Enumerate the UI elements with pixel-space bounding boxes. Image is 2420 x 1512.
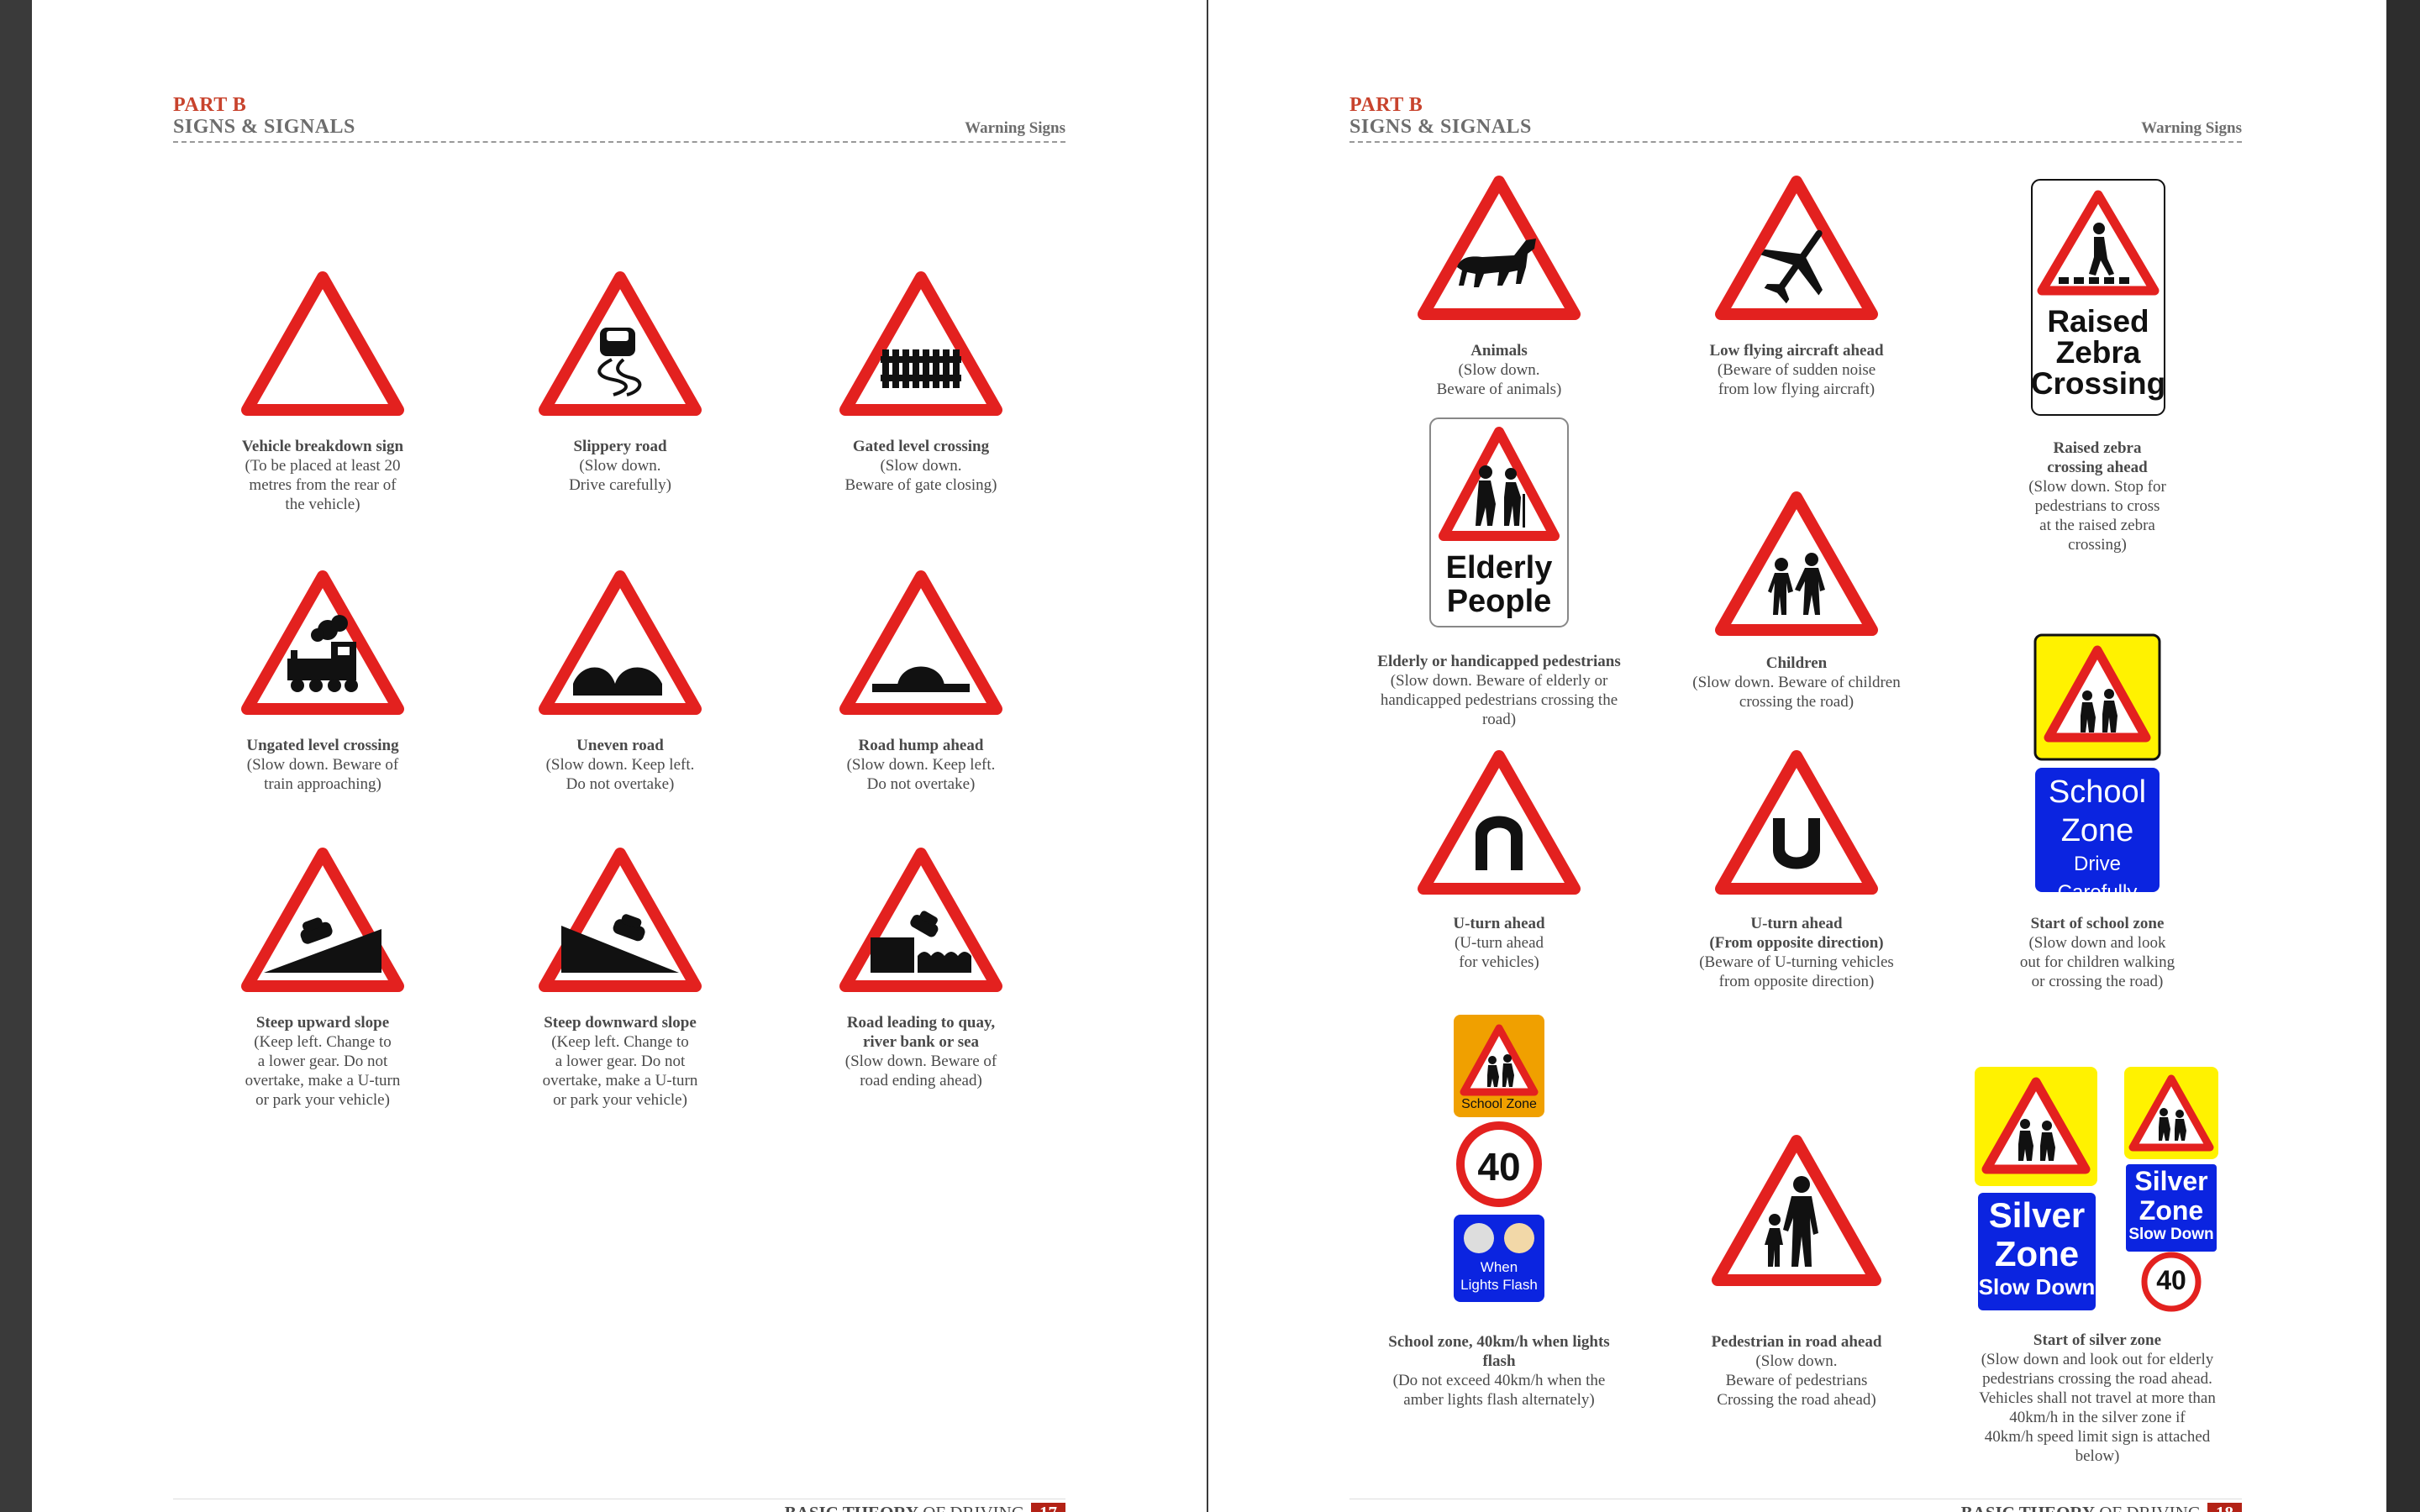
opposite-u-turn-sign xyxy=(1712,748,1881,899)
document-page-right: PART B SIGNS & SIGNALS Warning Signs Ani… xyxy=(1208,0,2386,1512)
sign-caption: Start of school zone (Slow down and look … xyxy=(2019,915,2175,990)
page-header: PART B SIGNS & SIGNALS Warning Signs xyxy=(173,94,1065,143)
vehicle-breakdown-sign xyxy=(239,269,407,420)
footer-title-rest: OF DRIVING xyxy=(2095,1503,2201,1512)
uneven-road-sign xyxy=(536,568,704,719)
train-icon xyxy=(241,570,404,715)
pedestrian-in-road-sign xyxy=(1707,1132,1886,1292)
quay-icon xyxy=(839,848,1002,992)
pedestrian-icon xyxy=(1712,1135,1881,1286)
sign-caption: Road hump ahead (Slow down. Keep left. Do… xyxy=(846,737,996,793)
u-turn-icon xyxy=(1418,750,1581,895)
sign-caption: Pedestrian in road ahead (Slow down. Bewa… xyxy=(1711,1333,1882,1409)
uneven-road-icon xyxy=(539,570,702,715)
school-zone-panel-text: School Zone Drive Carefully xyxy=(2048,774,2147,904)
u-turn-sign xyxy=(1415,748,1583,899)
elderly-panel-text: Elderly People xyxy=(1445,550,1553,619)
page-header: PART B SIGNS & SIGNALS Warning Signs xyxy=(1349,94,2242,143)
road-hump-icon xyxy=(839,570,1002,715)
sign-caption: Low flying aircraft ahead (Beware of sudd… xyxy=(1709,342,1884,398)
page-number: 17 xyxy=(1031,1503,1065,1512)
sign-caption: U-turn ahead (U-turn ahead for vehicles) xyxy=(1453,915,1545,971)
category-label: Warning Signs xyxy=(2141,119,2242,137)
slippery-road-sign xyxy=(536,269,704,420)
page-number: 18 xyxy=(2207,1503,2242,1512)
part-label: PART B xyxy=(1349,94,1423,116)
sign-caption: Raised zebra crossing ahead (Slow down. S… xyxy=(2028,439,2166,554)
upward-slope-icon xyxy=(241,848,404,992)
ungated-level-crossing-sign xyxy=(239,568,407,719)
horse-icon xyxy=(1418,176,1581,320)
silver-speed-value: 40 xyxy=(2156,1265,2186,1295)
sign-caption: Elderly or handicapped pedestrians (Slow … xyxy=(1377,653,1621,728)
downward-slope-icon xyxy=(539,848,702,992)
sign-caption: School zone, 40km/h when lights flash (Do… xyxy=(1388,1333,1610,1409)
sign-caption: Steep downward slope (Keep left. Change t… xyxy=(542,1014,698,1109)
steep-upward-slope-sign xyxy=(239,845,407,996)
road-hump-sign xyxy=(837,568,1005,719)
aircraft-icon xyxy=(1715,176,1878,320)
zebra-panel-text: Raised Zebra Crossing xyxy=(2030,304,2166,401)
footer-title: BASIC THEORY xyxy=(1961,1503,2095,1512)
page-footer: BASIC THEORY OF DRIVING 17 xyxy=(173,1499,1065,1512)
page-footer: BASIC THEORY OF DRIVING 18 xyxy=(1349,1499,2242,1512)
part-label: PART B xyxy=(173,94,247,116)
school-zone-small-label: School Zone xyxy=(1461,1097,1537,1111)
steep-downward-slope-sign xyxy=(536,845,704,996)
sign-caption: Slippery road (Slow down. Drive carefully… xyxy=(569,438,671,494)
sign-caption: Vehicle breakdown sign (To be placed at l… xyxy=(241,438,404,513)
section-title: SIGNS & SIGNALS xyxy=(1349,116,1532,138)
sign-caption: Start of silver zone (Slow down and look … xyxy=(1979,1331,2216,1465)
section-title: SIGNS & SIGNALS xyxy=(173,116,355,138)
sign-caption: Gated level crossing (Slow down. Beware o… xyxy=(844,438,997,494)
opposite-u-turn-icon xyxy=(1715,750,1878,895)
silver-zone-small-panel-text: Silver Zone Slow Down xyxy=(2128,1166,2214,1243)
when-lights-text: When Lights Flash xyxy=(1460,1259,1538,1293)
sign-caption: Steep upward slope (Keep left. Change to … xyxy=(245,1014,401,1109)
speed-limit-value: 40 xyxy=(1477,1145,1521,1189)
gated-level-crossing-sign xyxy=(837,269,1005,420)
children-icon xyxy=(1715,491,1878,636)
footer-title-rest: OF DRIVING xyxy=(918,1503,1024,1512)
sign-caption: Animals (Slow down. Beware of animals) xyxy=(1436,342,1562,398)
sign-caption: Uneven road (Slow down. Keep left. Do not… xyxy=(545,737,695,793)
empty-triangle-icon xyxy=(241,271,404,416)
silver-zone-panel-text: Silver Zone Slow Down xyxy=(1978,1195,2096,1300)
category-label: Warning Signs xyxy=(965,119,1065,137)
quay-sign xyxy=(837,845,1005,996)
window-scrollbar[interactable] xyxy=(2386,0,2420,1512)
sign-caption: Children (Slow down. Beware of children c… xyxy=(1692,654,1901,711)
sign-caption: Road leading to quay, river bank or sea(… xyxy=(844,1014,997,1089)
low-flying-aircraft-sign xyxy=(1712,173,1881,324)
footer-title: BASIC THEORY xyxy=(785,1503,918,1512)
gate-icon xyxy=(839,271,1002,416)
children-sign xyxy=(1712,489,1881,640)
sign-caption: Ungated level crossing (Slow down. Beware… xyxy=(246,737,399,793)
document-page-left: PART B SIGNS & SIGNALS Warning Signs Veh… xyxy=(32,0,1207,1512)
skidding-car-icon xyxy=(539,271,702,416)
sign-caption: U-turn ahead (From opposite direction) (B… xyxy=(1699,915,1894,990)
animals-sign xyxy=(1415,173,1583,324)
